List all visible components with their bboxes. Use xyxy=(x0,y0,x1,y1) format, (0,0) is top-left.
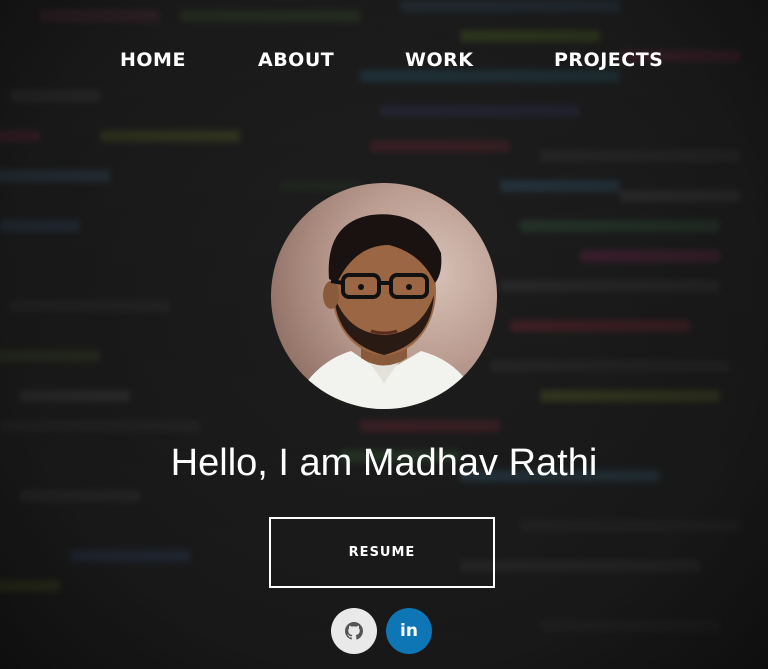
hero-section: HOME ABOUT WORK PROJECTS Hello, I am Mad… xyxy=(0,0,768,669)
nav-item-projects[interactable]: PROJECTS xyxy=(554,46,663,74)
profile-photo-icon xyxy=(291,214,481,409)
github-button[interactable] xyxy=(331,608,377,654)
main-nav: HOME ABOUT WORK PROJECTS xyxy=(0,46,768,74)
page-title: Hello, I am Madhav Rathi xyxy=(170,442,598,484)
linkedin-icon: in xyxy=(400,620,418,641)
profile-avatar xyxy=(271,183,497,409)
linkedin-button[interactable]: in xyxy=(386,608,432,654)
resume-button[interactable]: RESUME xyxy=(269,517,495,588)
nav-item-work[interactable]: WORK xyxy=(405,46,473,74)
nav-item-home[interactable]: HOME xyxy=(120,46,186,74)
github-icon xyxy=(345,622,363,640)
nav-item-about[interactable]: ABOUT xyxy=(258,46,334,74)
